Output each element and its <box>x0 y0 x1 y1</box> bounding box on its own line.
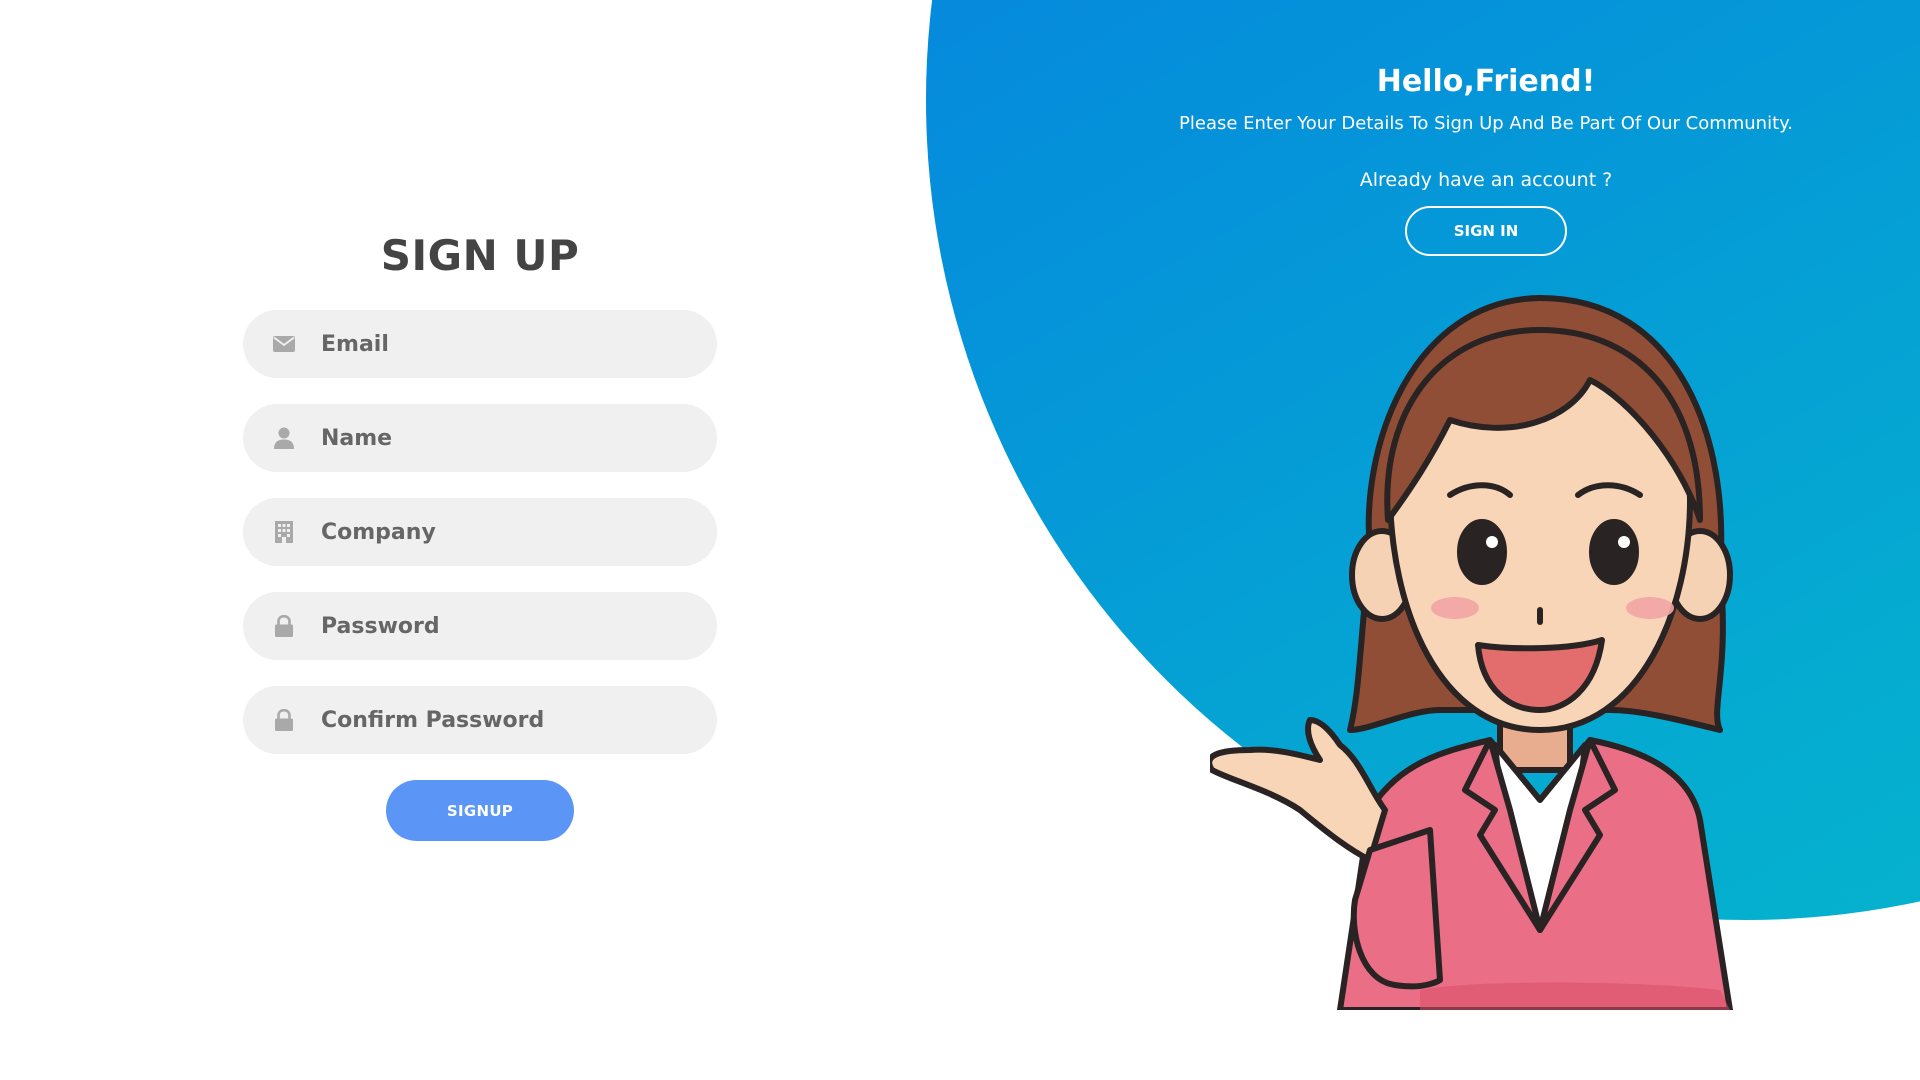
email-input[interactable] <box>319 323 693 365</box>
password-input[interactable] <box>319 605 693 647</box>
page-title: SIGN UP <box>380 231 580 280</box>
signin-prompt: Already have an account ? <box>1359 169 1613 191</box>
name-field[interactable] <box>243 404 717 472</box>
signup-form: SIGN UP Email Name Company SIGNUP <box>243 226 717 841</box>
lock-icon <box>273 709 295 731</box>
welcome-panel: Hello,Friend! Please Enter Your Details … <box>1130 60 1842 256</box>
signup-fields <box>243 310 717 754</box>
password-field[interactable] <box>243 592 717 660</box>
signup-button[interactable]: SIGNUP <box>386 780 574 841</box>
signin-button[interactable]: SIGN IN <box>1405 206 1567 256</box>
email-field[interactable] <box>243 310 717 378</box>
welcome-title: Hello,Friend! <box>1376 64 1596 99</box>
welcome-subtitle: Please Enter Your Details To Sign Up And… <box>1179 113 1793 134</box>
signup-page: SIGN UP Email Name Company SIGNUP Hello,… <box>0 0 1920 1080</box>
company-input[interactable] <box>319 511 693 553</box>
user-icon <box>273 427 295 449</box>
envelope-icon <box>273 333 295 355</box>
name-input[interactable] <box>319 417 693 459</box>
company-field[interactable] <box>243 498 717 566</box>
confirm-password-input[interactable] <box>319 699 693 741</box>
lock-icon <box>273 615 295 637</box>
building-icon <box>273 521 295 543</box>
welcome-character-illustration <box>1210 295 1733 1010</box>
confirm-password-field[interactable] <box>243 686 717 754</box>
